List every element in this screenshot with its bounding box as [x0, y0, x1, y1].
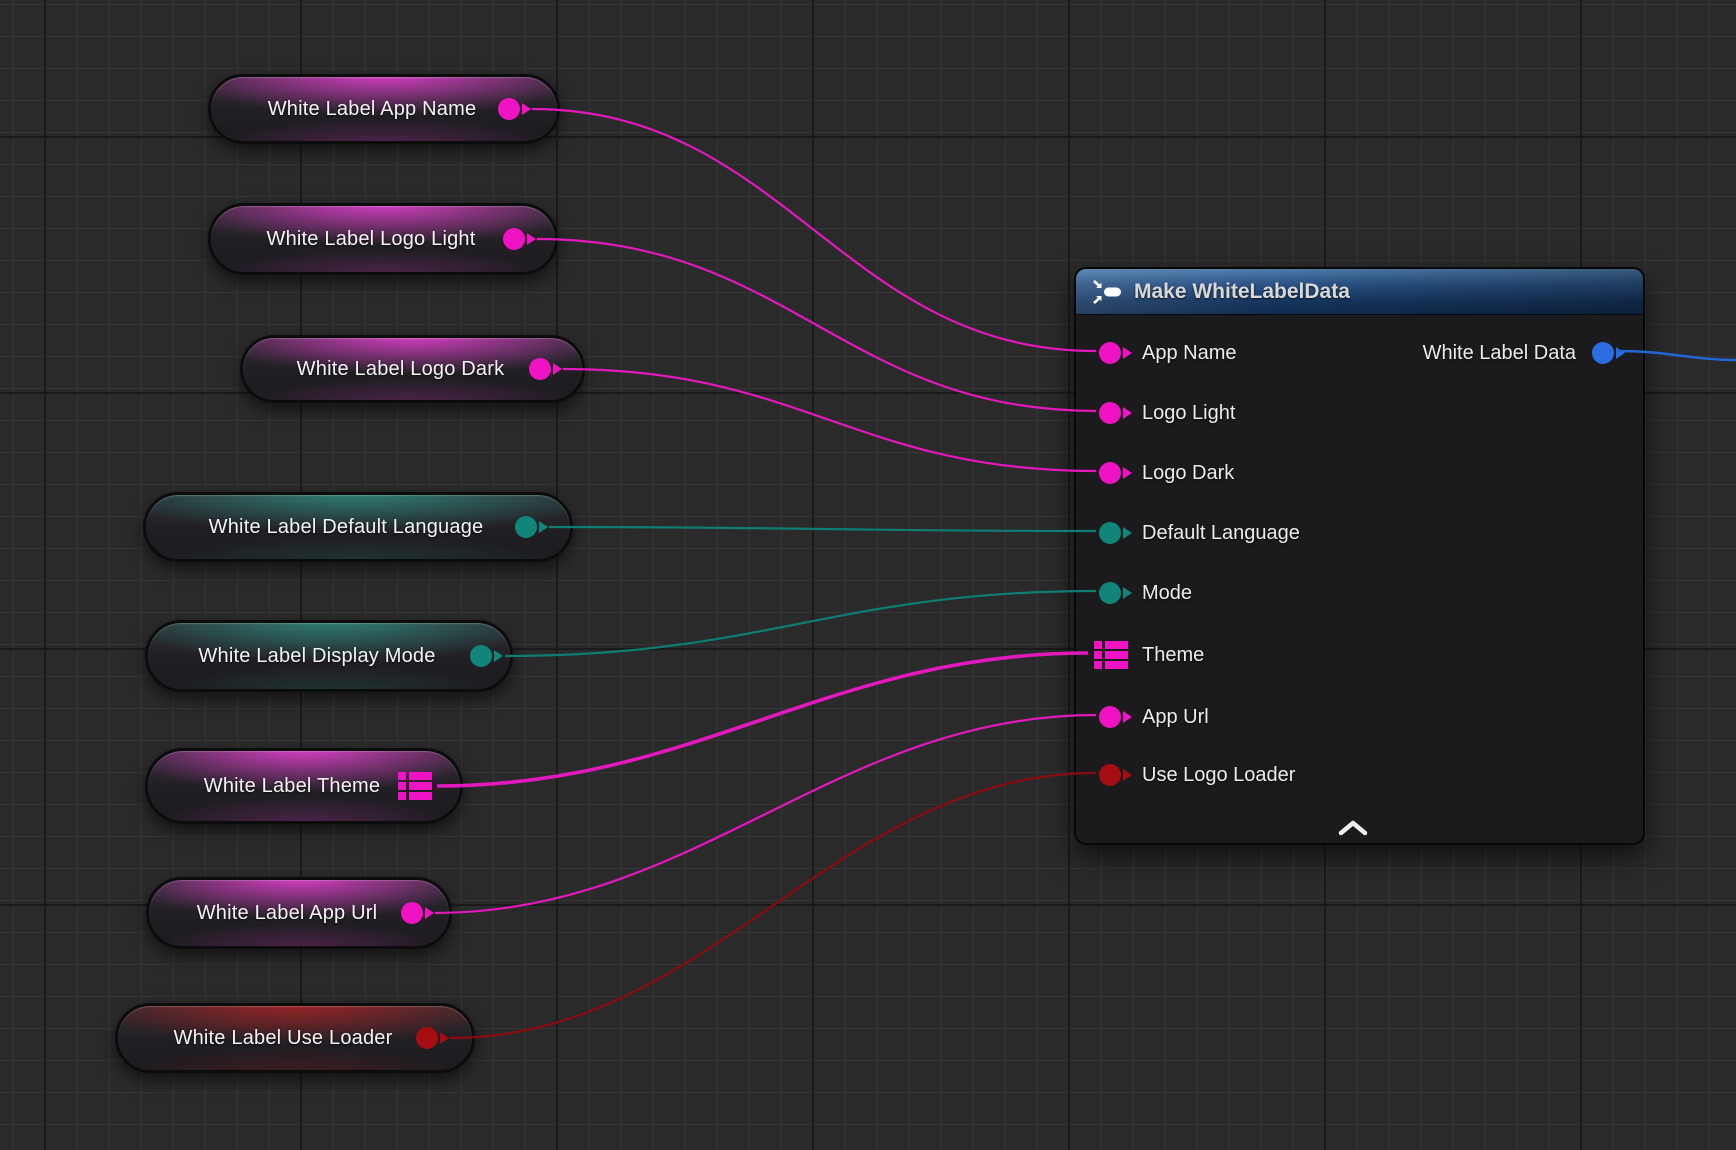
pin-row-logo-dark: Logo Dark [1076, 456, 1643, 490]
wire-app-name[interactable] [532, 109, 1096, 351]
node-title: White Label Logo Light [267, 228, 476, 251]
node-header[interactable]: Make WhiteLabelData [1076, 269, 1643, 315]
pin-label: Default Language [1142, 516, 1300, 550]
string-input-pin[interactable] [1099, 402, 1121, 424]
pin-row-app-url: App Url [1076, 700, 1643, 734]
node-white-label-app-url[interactable]: White Label App Url [146, 877, 452, 949]
string-input-pin[interactable] [1099, 342, 1121, 364]
boolean-output-pin[interactable] [416, 1027, 438, 1049]
node-white-label-logo-dark[interactable]: White Label Logo Dark [240, 335, 585, 403]
node-title: White Label Default Language [209, 516, 484, 539]
enum-output-pin[interactable] [470, 645, 492, 667]
pin-row-app-name: App Name [1076, 336, 1643, 370]
node-title: White Label App Name [268, 98, 477, 121]
pin-row-use-logo-loader: Use Logo Loader [1076, 758, 1643, 792]
enum-output-pin[interactable] [515, 516, 537, 538]
wire-logo-dark[interactable] [563, 369, 1096, 471]
enum-input-pin[interactable] [1099, 522, 1121, 544]
struct-icon-row [398, 782, 432, 790]
pin-label: Mode [1142, 576, 1192, 610]
node-white-label-display-mode[interactable]: White Label Display Mode [145, 620, 513, 692]
struct-input-pin[interactable] [1094, 641, 1128, 669]
chevron-up-icon[interactable] [1338, 820, 1368, 836]
string-input-pin[interactable] [1099, 462, 1121, 484]
node-title: White Label Use Loader [174, 1027, 393, 1050]
wire-logo-light[interactable] [537, 239, 1096, 411]
node-white-label-use-loader[interactable]: White Label Use Loader [115, 1003, 475, 1073]
wire-default-language[interactable] [549, 527, 1096, 531]
pin-label: Logo Light [1142, 396, 1235, 430]
node-title: White Label Logo Dark [297, 358, 505, 381]
blueprint-graph-canvas[interactable]: { "getters": [ {"label":"White Label App… [0, 0, 1736, 1150]
pin-label: App Url [1142, 700, 1209, 734]
pin-row-mode: Mode [1076, 576, 1643, 610]
pin-label: Theme [1142, 638, 1204, 672]
string-output-pin[interactable] [498, 98, 520, 120]
node-white-label-logo-light[interactable]: White Label Logo Light [208, 203, 558, 275]
wire-theme[interactable] [437, 653, 1088, 786]
struct-icon-row [398, 772, 432, 780]
struct-icon-row [1094, 661, 1128, 669]
pin-row-default-language: Default Language [1076, 516, 1643, 550]
node-white-label-theme[interactable]: White Label Theme [145, 748, 463, 824]
pin-label: Logo Dark [1142, 456, 1234, 490]
node-make-whitelabeldata[interactable]: Make WhiteLabelData White Label Data App… [1074, 267, 1645, 845]
node-white-label-default-language[interactable]: White Label Default Language [143, 492, 573, 562]
pin-row-logo-light: Logo Light [1076, 396, 1643, 430]
wire-display-mode[interactable] [505, 591, 1096, 656]
make-struct-icon [1092, 278, 1122, 306]
wire-use-loader[interactable] [450, 773, 1096, 1038]
struct-output-pin[interactable] [398, 772, 432, 800]
struct-icon-row [398, 792, 432, 800]
node-title: White Label App Url [197, 902, 378, 925]
node-title: White Label Theme [204, 775, 380, 798]
string-input-pin[interactable] [1099, 706, 1121, 728]
struct-icon-row [1094, 651, 1128, 659]
wire-app-url[interactable] [435, 715, 1096, 913]
pin-label: App Name [1142, 336, 1237, 370]
pin-row-theme: Theme [1076, 638, 1643, 672]
node-white-label-app-name[interactable]: White Label App Name [208, 74, 560, 144]
enum-input-pin[interactable] [1099, 582, 1121, 604]
string-output-pin[interactable] [529, 358, 551, 380]
string-output-pin[interactable] [503, 228, 525, 250]
string-output-pin[interactable] [401, 902, 423, 924]
struct-icon-row [1094, 641, 1128, 649]
node-title: White Label Display Mode [198, 645, 435, 668]
node-title: Make WhiteLabelData [1134, 280, 1350, 304]
boolean-input-pin[interactable] [1099, 764, 1121, 786]
pin-label: Use Logo Loader [1142, 758, 1295, 792]
